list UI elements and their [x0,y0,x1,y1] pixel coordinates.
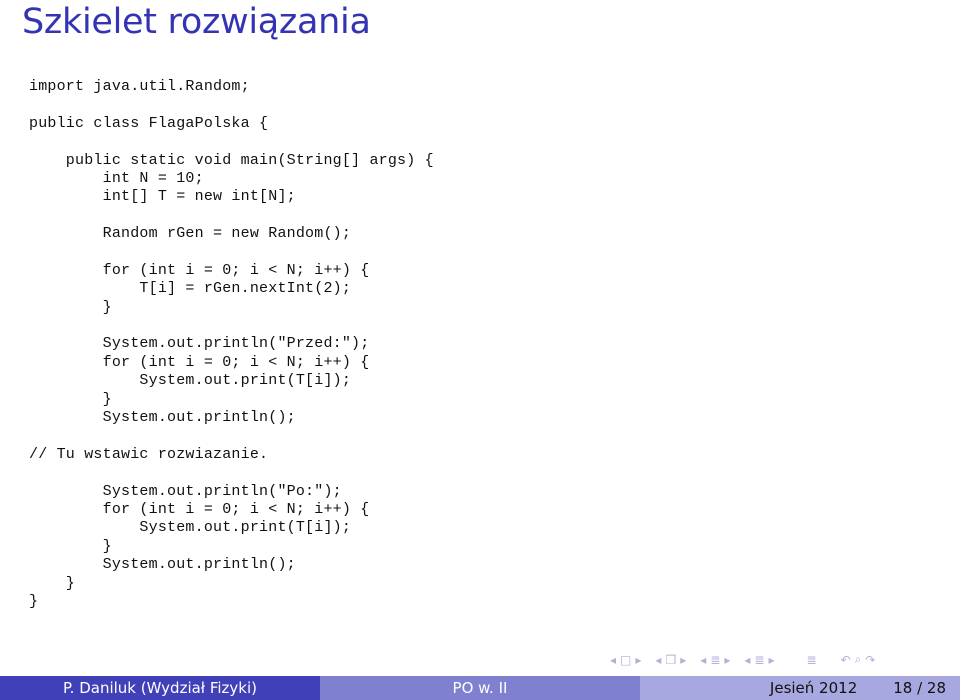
code-line: System.out.print(T[i]); [29,519,352,537]
code-line: public static void main(String[] args) { [29,151,434,169]
beamer-navigation: ◂ □ ▸ ◂ ❐ ▸ ◂ ≣ ▸ ◂ ≣ ▸ ≣ ↶ ⌕ ↷ [610,652,889,667]
nav-prev-arrow-icon[interactable]: ◂ [700,653,706,667]
footer-author: P. Daniluk (Wydział Fizyki) [0,676,320,700]
code-line: for (int i = 0; i < N; i++) { [29,261,370,279]
outline-icon[interactable]: ≣ [806,653,816,667]
code-listing: import java.util.Random; public class Fla… [29,78,434,611]
section-nav: ◂ ≣ ▸ [700,653,730,667]
code-line: T[i] = rGen.nextInt(2); [29,280,352,298]
nav-prev-arrow-icon[interactable]: ◂ [610,653,616,667]
footer-info: Jesień 2012 18 / 28 [640,676,960,700]
code-line: } [29,592,39,610]
nav-next-arrow-icon[interactable]: ▸ [635,653,641,667]
frame-icon[interactable]: □ [620,653,631,667]
code-line: } [29,574,76,592]
code-line: } [29,298,112,316]
code-line: System.out.println("Po:"); [29,482,342,500]
subsection-icon[interactable]: ≣ [710,653,720,667]
document-nav: ◂ ≣ ▸ [744,653,774,667]
code-line: int N = 10; [29,169,204,187]
frame-nav: ◂ □ ▸ [610,653,641,667]
undo-icon[interactable]: ↶ [841,653,851,667]
code-line: System.out.print(T[i]); [29,372,352,390]
code-line: for (int i = 0; i < N; i++) { [29,353,370,371]
slide-title: Szkielet rozwiązania [22,2,371,42]
subsection-nav: ◂ ❐ ▸ [655,653,686,667]
nav-prev-arrow-icon[interactable]: ◂ [744,653,750,667]
outline-nav: ≣ [806,653,816,667]
section-icon[interactable]: ≣ [754,653,764,667]
code-line: System.out.println(); [29,409,296,427]
code-line: System.out.println(); [29,556,296,574]
code-line: public class FlagaPolska { [29,114,269,132]
footer-page-number: 18 / 28 [893,679,946,697]
code-line: Random rGen = new Random(); [29,225,352,243]
code-line: for (int i = 0; i < N; i++) { [29,500,370,518]
code-line: import java.util.Random; [29,78,250,95]
code-line: int[] T = new int[N]; [29,188,296,206]
code-line: } [29,390,112,408]
code-line: System.out.println("Przed:"); [29,335,370,353]
code-line: } [29,537,112,555]
frames-stack-icon[interactable]: ❐ [665,653,676,667]
search-icon[interactable]: ⌕ [855,652,862,667]
search-nav: ↶ ⌕ ↷ [841,652,876,667]
nav-next-arrow-icon[interactable]: ▸ [724,653,730,667]
nav-next-arrow-icon[interactable]: ▸ [680,653,686,667]
footer-bar: P. Daniluk (Wydział Fizyki) PO w. II Jes… [0,676,960,700]
footer-course: PO w. II [320,676,640,700]
footer-date: Jesień 2012 [769,679,858,697]
nav-next-arrow-icon[interactable]: ▸ [768,653,774,667]
redo-icon[interactable]: ↷ [865,653,875,667]
code-line: // Tu wstawic rozwiazanie. [29,445,269,463]
nav-prev-arrow-icon[interactable]: ◂ [655,653,661,667]
